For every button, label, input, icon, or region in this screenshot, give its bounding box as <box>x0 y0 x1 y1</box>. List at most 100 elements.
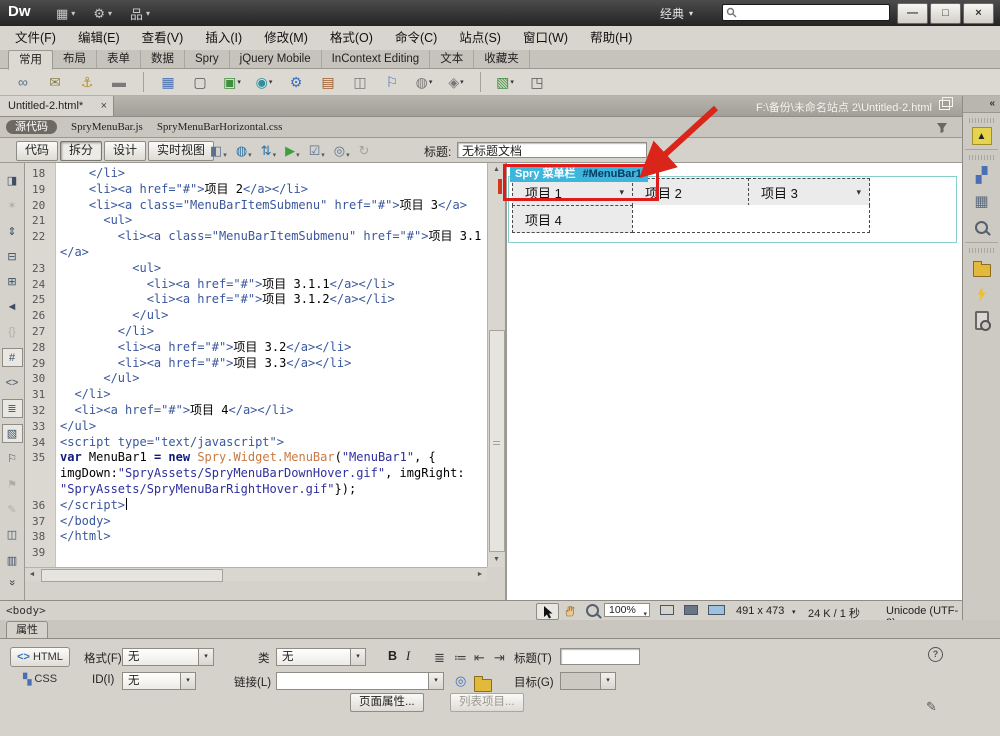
ap-elements-icon[interactable]: ▦ <box>970 190 994 212</box>
zoom-level-select[interactable]: 100% ▾ <box>604 603 650 618</box>
menubar-item[interactable]: 修改(M) <box>253 26 319 50</box>
code-text[interactable]: </html> <box>55 529 111 545</box>
code-text[interactable]: </li> <box>55 387 110 403</box>
chevron-down-icon[interactable]: ▾ <box>198 649 213 665</box>
help-icon[interactable]: ? <box>928 647 943 662</box>
files-panel-icon[interactable] <box>970 257 994 279</box>
menubar-item[interactable]: 站点(S) <box>448 26 512 50</box>
template-icon[interactable]: ▧ ▾ <box>494 72 516 92</box>
remove-comment-icon[interactable]: ⚑ <box>2 475 23 494</box>
workspace-switcher[interactable]: 经典 ▾ <box>660 5 693 22</box>
unordered-list-icon[interactable]: ≣ <box>434 650 445 666</box>
menu-item-cell[interactable]: 项目 3 ▾ <box>748 178 870 206</box>
code-text[interactable]: <li><a href="#">项目 3.1.2</a></li> <box>55 292 395 308</box>
link-input[interactable]: ▾ <box>276 672 444 690</box>
email-link-icon[interactable]: ✉ <box>44 72 66 92</box>
layout-icon[interactable]: ▦ ▾ <box>56 4 75 23</box>
visual-aids-icon[interactable]: ◎ ▾ <box>334 143 350 159</box>
code-text[interactable]: </ul> <box>55 419 96 435</box>
menubar-item[interactable]: 命令(C) <box>384 26 448 50</box>
italic-button[interactable]: I <box>406 649 410 664</box>
horizontal-rule-icon[interactable]: ▬ <box>108 72 130 92</box>
bold-button[interactable]: B <box>388 649 397 663</box>
table-icon[interactable]: ▦ <box>157 72 179 92</box>
insert-tab[interactable]: 数据 <box>141 50 185 68</box>
code-editor[interactable]: 18 </li> 19 <li><a href="#">项目 2</a></li>… <box>25 163 487 567</box>
document-title-input[interactable]: 无标题文档 <box>457 142 647 158</box>
minimize-button[interactable]: — <box>897 3 928 24</box>
menubar-item[interactable]: 文件(F) <box>4 26 67 50</box>
tag-selector-body[interactable]: <body> <box>6 604 46 617</box>
assets-panel-icon[interactable] <box>970 283 994 305</box>
head-icon[interactable]: ◍ ▾ <box>413 72 435 92</box>
code-text[interactable]: </a> <box>55 245 89 261</box>
hyperlink-icon[interactable]: ∞ <box>12 72 34 92</box>
collapse-dock-icon[interactable]: « <box>963 96 1000 113</box>
hscroll-thumb[interactable] <box>41 569 223 582</box>
point-to-file-icon[interactable]: ◎ <box>455 673 466 689</box>
preview-browser-icon[interactable]: ◍ ▾ <box>236 143 252 159</box>
code-text[interactable]: </li> <box>55 324 154 340</box>
menubar-item[interactable]: 插入(I) <box>194 26 253 50</box>
code-text[interactable]: <li><a href="#">项目 3.1.1</a></li> <box>55 277 395 293</box>
css-styles-icon[interactable]: ▞ <box>970 164 994 186</box>
site-icon[interactable]: 品 ▾ <box>130 4 150 23</box>
code-text[interactable]: </body> <box>55 514 111 530</box>
syntax-coloring-icon[interactable]: ▧ <box>1 423 23 444</box>
vertical-scrollbar[interactable]: ▲ ▼ <box>487 163 505 567</box>
related-file[interactable]: SpryMenuBar.js <box>71 121 143 133</box>
view-button[interactable]: 实时视图 <box>148 141 215 161</box>
code-text[interactable]: <script type="text/javascript"> <box>55 435 284 451</box>
ordered-list-icon[interactable]: ≔ <box>454 650 467 666</box>
menubar-item[interactable]: 格式(O) <box>319 26 384 50</box>
widget-icon[interactable]: ⚙ <box>285 72 307 92</box>
scroll-thumb[interactable] <box>489 330 505 552</box>
restore-icon[interactable] <box>939 97 953 110</box>
code-text[interactable]: <li><a class="MenuBarItemSubmenu" href="… <box>55 229 482 245</box>
file-management-icon[interactable]: ⇅ ▾ <box>261 143 276 159</box>
insert-tab[interactable]: 常用 <box>8 50 53 70</box>
browserlab-icon[interactable]: ▲ <box>971 127 992 145</box>
menu-item-cell[interactable]: 项目 4 <box>512 205 633 233</box>
apply-comment-icon[interactable]: ⚐ <box>2 449 23 468</box>
monitor-wide-icon[interactable] <box>708 605 725 615</box>
open-documents-icon[interactable]: ◨ <box>2 171 23 190</box>
code-text[interactable]: <ul> <box>55 261 161 277</box>
wrap-tag-icon[interactable]: ✎ <box>2 500 23 519</box>
code-text[interactable] <box>55 545 60 561</box>
code-text[interactable]: <li><a href="#">项目 3.3</a></li> <box>55 356 352 372</box>
line-numbers-icon[interactable]: # <box>1 348 23 368</box>
word-wrap-icon[interactable]: ≣ <box>1 398 23 418</box>
collapse-full-tag-icon[interactable]: ⇕ <box>2 222 23 241</box>
format-select[interactable]: 无 ▾ <box>122 648 214 666</box>
expand-all-icon[interactable]: ⊞ <box>2 272 23 291</box>
view-button[interactable]: 设计 <box>104 141 147 161</box>
code-text[interactable]: </li> <box>55 166 125 182</box>
recent-snippets-icon[interactable]: ◫ <box>2 525 23 544</box>
gear-icon[interactable]: ⚙ ▾ <box>93 4 112 23</box>
code-text[interactable]: imgDown:"SpryAssets/SpryMenuBarDownHover… <box>55 466 465 482</box>
menubar-item[interactable]: 查看(V) <box>131 26 195 50</box>
id-select[interactable]: 无 ▾ <box>122 672 196 690</box>
media-icon[interactable]: ◉ ▾ <box>253 72 275 92</box>
select-parent-tag-icon[interactable]: ◄ <box>2 297 23 316</box>
menubar-item[interactable]: 编辑(E) <box>67 26 131 50</box>
named-anchor-icon[interactable]: ⚓ <box>76 72 98 92</box>
chevron-down-icon[interactable]: ▾ <box>792 608 796 616</box>
script-icon[interactable]: ◈ ▾ <box>445 72 467 92</box>
insert-tab[interactable]: 布局 <box>53 50 97 68</box>
source-code-button[interactable]: 源代码 <box>6 120 57 134</box>
code-text[interactable]: </script> <box>55 497 128 514</box>
monitor-small-icon[interactable] <box>660 605 674 615</box>
balance-braces-icon[interactable]: {} <box>2 323 23 342</box>
date-icon[interactable]: ▤ <box>317 72 339 92</box>
menu-item-cell[interactable] <box>632 205 870 233</box>
view-button[interactable]: 代码 <box>16 141 59 161</box>
browse-folder-icon[interactable] <box>474 675 492 695</box>
inspect-icon[interactable]: ☑ ▾ <box>309 143 325 159</box>
snippets-panel-icon[interactable] <box>970 309 994 331</box>
monitor-medium-icon[interactable] <box>684 605 698 615</box>
document-tab[interactable]: Untitled-2.html* × <box>0 96 114 116</box>
chevron-down-icon[interactable]: ▾ <box>180 673 195 689</box>
scroll-right-icon[interactable]: ► <box>473 568 487 581</box>
